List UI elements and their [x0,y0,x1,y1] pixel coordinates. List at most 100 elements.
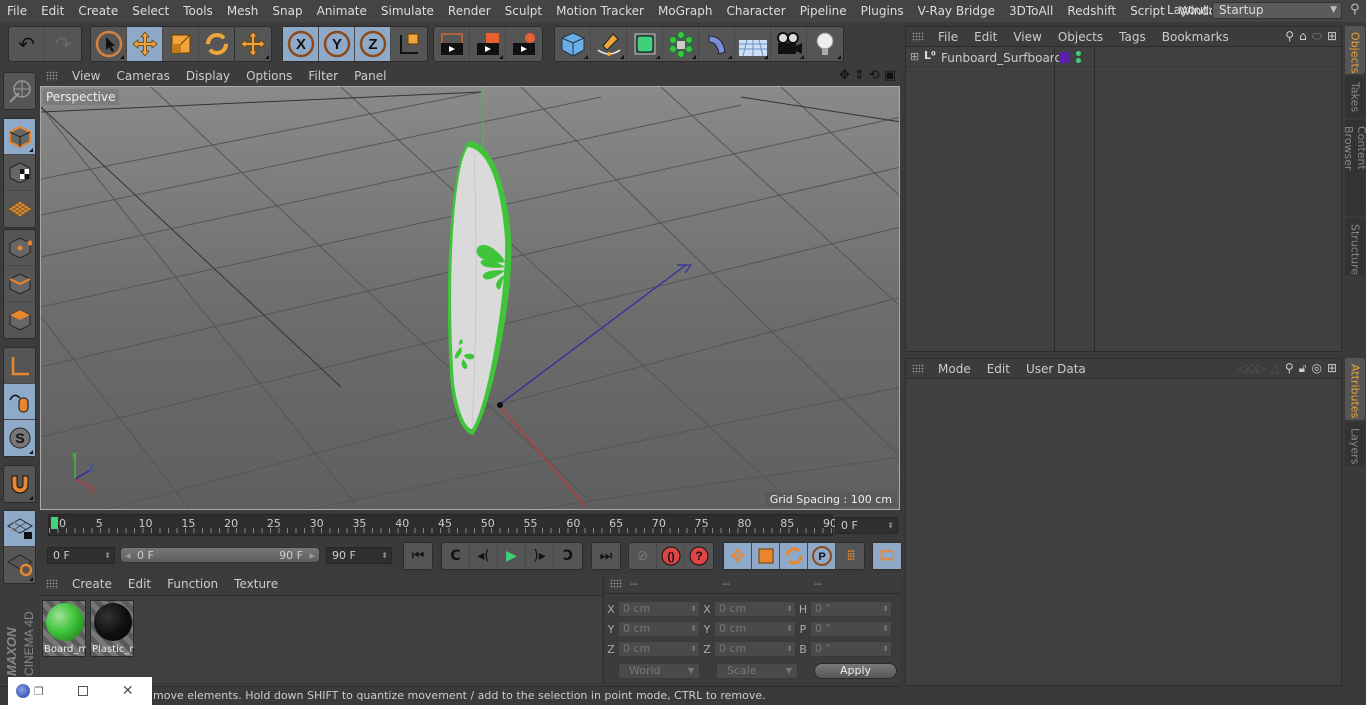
range-left-arrow-icon[interactable]: ◂ [125,549,131,562]
panel-grip-icon[interactable] [46,71,58,81]
eye-icon[interactable]: ⬭ [1312,29,1322,44]
size-mode-select[interactable]: Scale ▼ [716,663,798,679]
tab-takes[interactable]: Takes [1345,76,1365,118]
close-icon[interactable]: ✕ [122,683,134,699]
expand-icon[interactable]: ⊞ [910,50,919,63]
layer-color-swatch[interactable] [1059,52,1070,63]
tab-objects[interactable]: Objects [1345,26,1365,74]
bend-deformer-button[interactable] [699,27,735,61]
menu-file[interactable]: File [0,4,34,18]
tweak-mode-button[interactable] [4,384,35,420]
rotation-b-field[interactable]: 0 ° ⬍ [810,641,892,657]
menu-select[interactable]: Select [125,4,176,18]
previous-frame-button[interactable]: ◂( [470,543,498,569]
new-panel-icon[interactable]: ⊞ [1327,361,1337,376]
play-button[interactable]: ▶ [498,543,526,569]
timeline-button[interactable]: 🎞 [873,543,901,569]
scale-key-button[interactable] [752,543,780,569]
pla-key-button[interactable]: ⁞⁞⁞ [836,543,864,569]
tab-attributes[interactable]: Attributes [1345,358,1365,420]
attributes-menu-edit[interactable]: Edit [979,362,1018,376]
objects-menu-objects[interactable]: Objects [1050,30,1111,44]
menu-snap[interactable]: Snap [265,4,309,18]
keyframe-selection-button[interactable]: ⊘ [629,543,657,569]
cloner-button[interactable] [663,27,699,61]
panel-grip-icon[interactable] [46,579,58,589]
recent-tool-button[interactable] [235,27,271,61]
attributes-menu-user-data[interactable]: User Data [1018,362,1094,376]
material-item[interactable]: Plastic_r [90,600,134,657]
next-frame-button[interactable]: )▸ [526,543,554,569]
coordinate-system-button[interactable] [391,27,427,61]
search-icon[interactable]: ⚲ [1285,361,1294,376]
target-icon[interactable]: ◎ [1311,361,1321,376]
menu-create[interactable]: Create [71,4,125,18]
record-button[interactable]: () [657,543,685,569]
perspective-viewport[interactable]: Y Z X Perspective Grid Spacing : 100 cm [40,86,900,510]
spinner-icon[interactable]: ⬍ [690,622,697,636]
x-axis-handle[interactable] [498,404,587,508]
z-axis-lock-button[interactable]: Z [355,27,391,61]
render-picture-viewer-button[interactable] [470,27,506,61]
render-visibility-dot[interactable] [1076,58,1081,63]
frame-range-slider[interactable]: ◂ 0 F 90 F ▸ [120,547,320,563]
redo-button[interactable]: ↷ [45,27,81,61]
objects-menu-view[interactable]: View [1005,30,1049,44]
surfboard-model[interactable] [447,141,512,435]
column-divider[interactable] [1094,47,1095,351]
param-key-button[interactable]: P [808,543,836,569]
size-z-field[interactable]: 0 cm ⬍ [714,641,796,657]
end-frame-field[interactable]: 90 F ⬍ [326,547,392,564]
tab-layers[interactable]: Layers [1345,422,1365,466]
spinner-icon[interactable]: ⬍ [381,548,388,563]
next-key-button[interactable]: Ɔ [554,543,582,569]
move-key-button[interactable]: ✥ [724,543,752,569]
go-to-start-button[interactable]: ⏮ [404,543,432,569]
viewport-menu-filter[interactable]: Filter [300,69,346,83]
spinner-icon[interactable]: ⬍ [882,622,889,636]
z-axis-handle[interactable] [498,264,692,406]
up-arrow-icon[interactable]: △ [1271,361,1280,376]
menu-pipeline[interactable]: Pipeline [793,4,854,18]
position-z-field[interactable]: 0 cm ⬍ [618,641,700,657]
material-item[interactable]: Board_m [42,600,86,657]
objects-menu-file[interactable]: File [930,30,966,44]
menu-character[interactable]: Character [719,4,792,18]
menu-3dtoall[interactable]: 3DToAll [1002,4,1060,18]
solo-button[interactable]: S [4,420,35,456]
size-y-field[interactable]: 0 cm ⬍ [714,621,796,637]
spinner-icon[interactable]: ⬍ [690,642,697,656]
lock-icon[interactable]: 🔓︎ [1299,361,1307,376]
menu-sculpt[interactable]: Sculpt [498,4,549,18]
viewport-menu-panel[interactable]: Panel [346,69,394,83]
render-view-button[interactable] [434,27,470,61]
spinner-icon[interactable]: ⬍ [104,548,111,563]
previous-key-button[interactable]: C [442,543,470,569]
polygon-mode-button[interactable] [4,302,35,338]
material-menu-texture[interactable]: Texture [226,577,286,591]
viewport-menu-view[interactable]: View [64,69,108,83]
material-menu-function[interactable]: Function [159,577,226,591]
pen-spline-button[interactable] [591,27,627,61]
coordinate-space-select[interactable]: World ▼ [618,663,700,679]
object-row[interactable]: ⊞ L⁰ Funboard_Surfboard [906,49,1343,67]
toggle-layout-icon[interactable]: ▣ [884,68,896,83]
pan-view-icon[interactable]: ✥ [839,68,850,83]
menu-plugins[interactable]: Plugins [854,4,911,18]
layout-select[interactable]: Startup ▼ [1212,2,1342,19]
tab-structure[interactable]: Structure [1345,218,1365,276]
spinner-icon[interactable]: ⬍ [887,518,894,533]
spinner-icon[interactable]: ⬍ [882,642,889,656]
subdivision-surface-button[interactable] [627,27,663,61]
menu-mesh[interactable]: Mesh [220,4,266,18]
menu-edit[interactable]: Edit [34,4,71,18]
floor-button[interactable] [735,27,771,61]
spinner-icon[interactable]: ⬍ [690,602,697,616]
go-to-end-button[interactable]: ⏭ [592,543,620,569]
workplane-mode-button[interactable] [4,191,35,227]
panel-grip-icon[interactable] [912,31,924,42]
y-axis-lock-button[interactable]: Y [319,27,355,61]
viewport-menu-options[interactable]: Options [238,69,300,83]
range-right-arrow-icon[interactable]: ▸ [309,549,315,562]
position-y-field[interactable]: 0 cm ⬍ [618,621,700,637]
